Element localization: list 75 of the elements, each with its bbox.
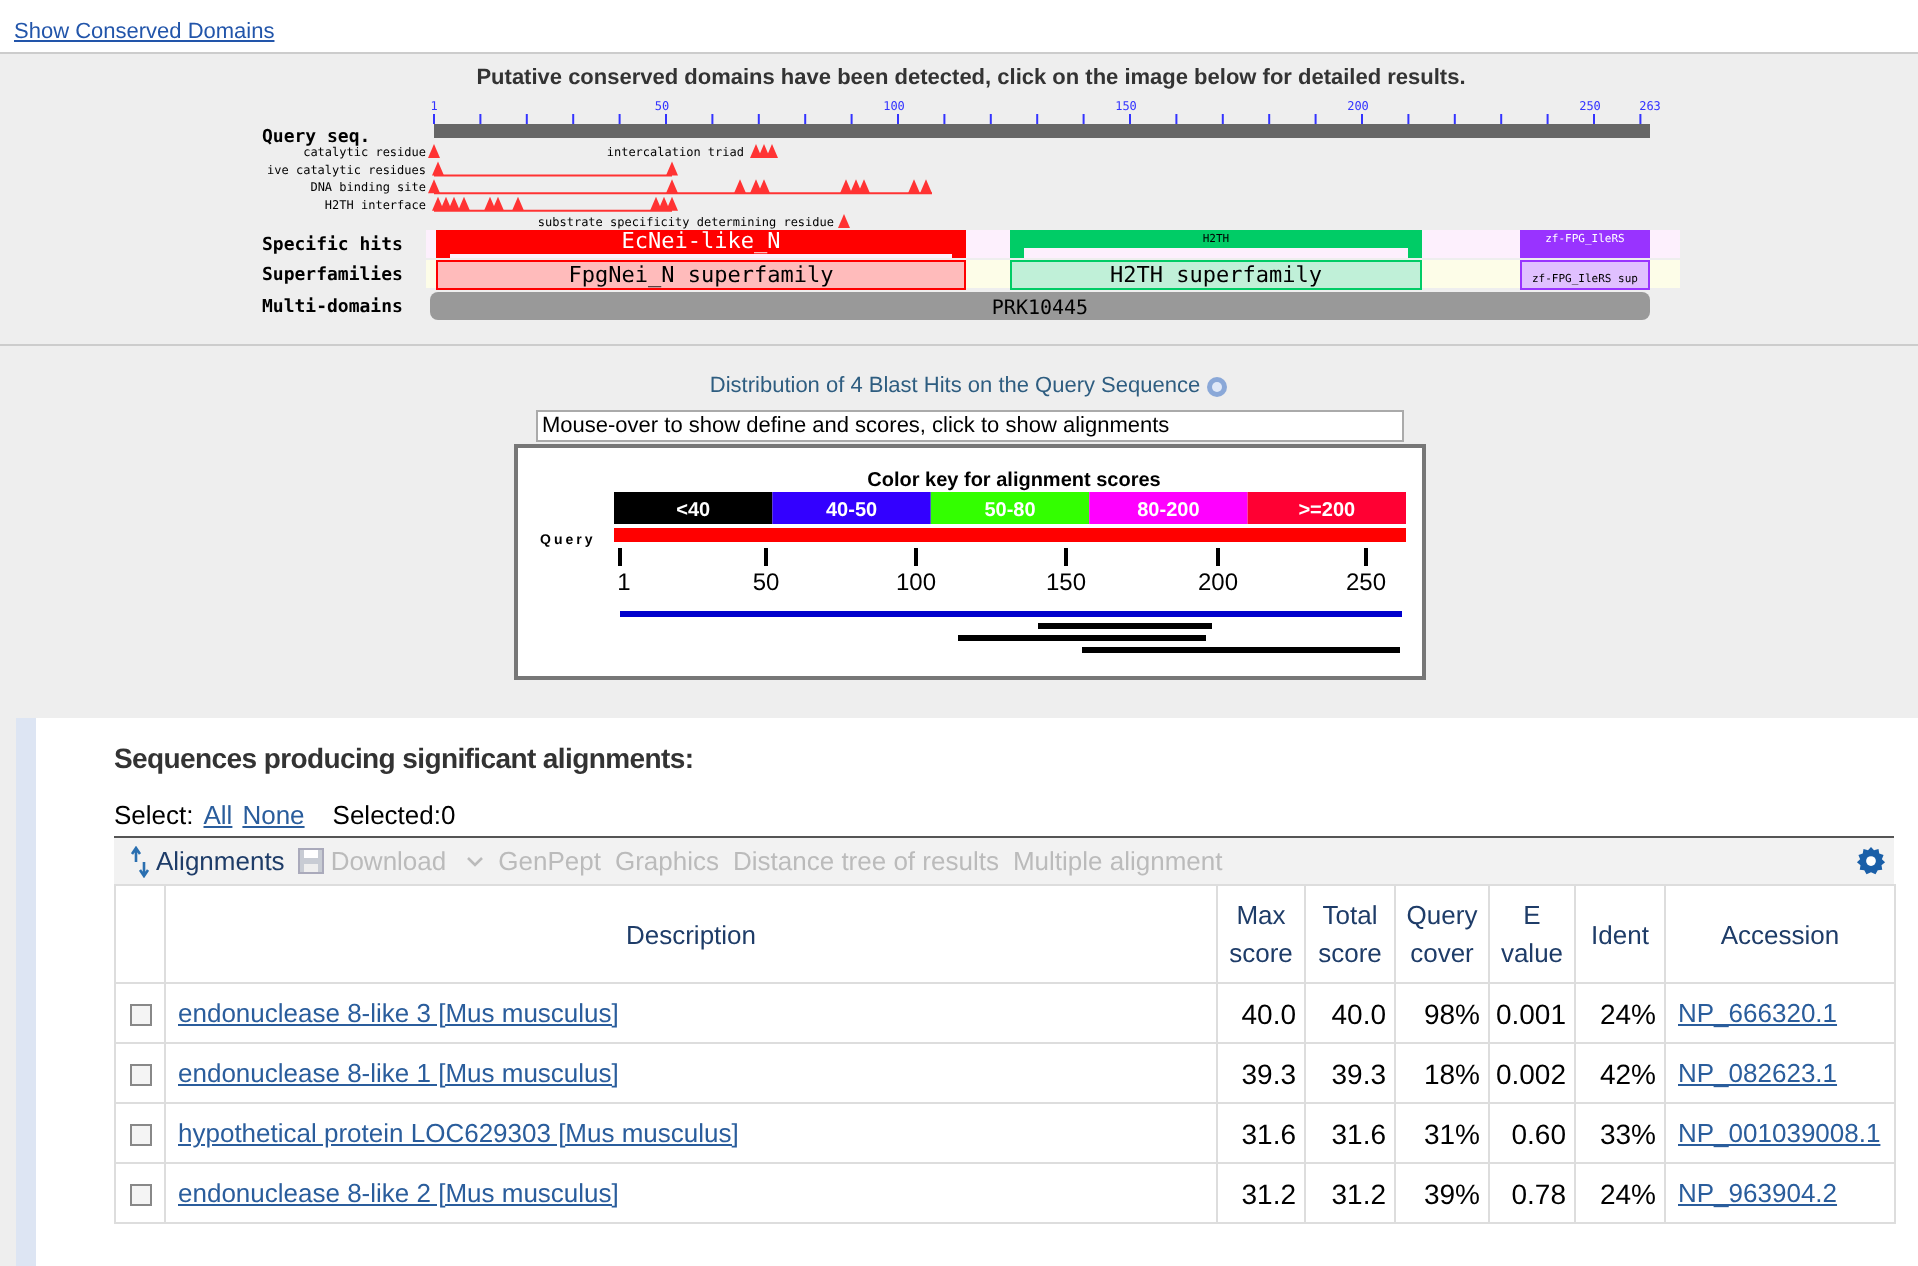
axis-tick: [914, 548, 918, 566]
alignments-button[interactable]: Alignments: [130, 845, 285, 877]
column-header[interactable]: Total score: [1305, 885, 1395, 983]
column-header[interactable]: Accession: [1665, 885, 1895, 983]
table-cell: 39.3: [1331, 1057, 1386, 1089]
axis-tick: [1064, 548, 1068, 566]
axis-tick: [1364, 548, 1368, 566]
selected-count: Selected:0: [332, 800, 456, 830]
feature-marks[interactable]: [428, 144, 440, 158]
track-label: Specific hits: [262, 236, 403, 256]
axis-label: 50: [752, 568, 780, 596]
blast-distribution-title: Distribution of 4 Blast Hits on the Query Sequence: [709, 374, 1201, 398]
column-header[interactable]: E value: [1489, 885, 1575, 983]
results-title: Sequences producing significant alignments:: [114, 742, 696, 774]
feature-marks[interactable]: [750, 144, 778, 158]
table-cell: 98%: [1423, 997, 1480, 1029]
table-cell: 0.001: [1495, 997, 1566, 1029]
axis-label: 150: [1045, 568, 1087, 596]
track-label: Superfamilies: [262, 266, 403, 286]
table-cell: 31.6: [1331, 1117, 1386, 1149]
color-key-swatch: 80-200: [1089, 492, 1248, 524]
column-header[interactable]: Query cover: [1395, 885, 1489, 983]
axis-tick: [764, 548, 768, 566]
select-label: Select:: [114, 800, 194, 830]
track-label: Multi-domains: [262, 298, 403, 318]
domain-bar[interactable]: FpgNei_N superfamily: [436, 260, 966, 290]
conserved-domains-title: Putative conserved domains have been detected, click on the image below for detailed results.: [476, 66, 1466, 90]
table-cell: 31.2: [1241, 1177, 1296, 1209]
table-cell: 39%: [1423, 1177, 1480, 1209]
table-cell: 0.60: [1511, 1117, 1566, 1149]
color-key-title: Color key for alignment scores: [867, 470, 1161, 492]
axis-label: 100: [895, 568, 937, 596]
axis-tick: [1216, 548, 1220, 566]
axis-tick: [618, 548, 622, 566]
row-checkbox[interactable]: [129, 1124, 151, 1147]
column-header[interactable]: Description: [165, 885, 1217, 983]
table-cell: 24%: [1599, 997, 1656, 1029]
table-cell: 24%: [1599, 1177, 1656, 1209]
row-checkbox[interactable]: [129, 1064, 151, 1087]
settings-icon[interactable]: [1856, 846, 1886, 876]
select-all-link[interactable]: All: [203, 800, 233, 830]
table-cell: 0.002: [1495, 1057, 1566, 1089]
table-cell: 18%: [1423, 1057, 1480, 1089]
feature-marks[interactable]: [432, 196, 678, 211]
column-header[interactable]: Ident: [1575, 885, 1665, 983]
table-cell: 42%: [1599, 1057, 1656, 1089]
color-key-swatch: >=200: [1247, 492, 1406, 524]
table-cell: 0.78: [1511, 1177, 1566, 1209]
table-cell: 40.0: [1331, 997, 1386, 1029]
axis-label: 1: [617, 568, 631, 596]
sort-icon: [130, 845, 150, 877]
column-header[interactable]: Max score: [1217, 885, 1305, 983]
table-cell: 33%: [1599, 1117, 1656, 1149]
row-checkbox[interactable]: [129, 1004, 151, 1027]
color-key-swatch: <40: [614, 492, 773, 524]
caret-icon: [466, 855, 485, 867]
show-conserved-domains-link[interactable]: Show Conserved Domains: [14, 20, 275, 44]
axis-label: 200: [1197, 568, 1239, 596]
select-none-link[interactable]: None: [242, 800, 305, 830]
query-seq-label: Query seq.: [262, 128, 371, 148]
color-key-swatch: 50-80: [930, 492, 1090, 524]
table-cell: 31%: [1423, 1117, 1480, 1149]
hint-field: Mouse-over to show define and scores, click to show alignments: [536, 410, 1404, 442]
domain-bar[interactable]: H2TH superfamily: [1010, 260, 1422, 290]
table-cell: 40.0: [1241, 997, 1296, 1029]
help-icon[interactable]: [1206, 375, 1229, 397]
table-cell: 31.2: [1331, 1177, 1386, 1209]
feature-marks[interactable]: [838, 214, 850, 228]
domain-bar[interactable]: EcNei-like_N: [436, 228, 966, 258]
row-checkbox[interactable]: [129, 1184, 151, 1207]
table-cell: 31.6: [1241, 1117, 1296, 1149]
color-key-swatch: 40-50: [772, 492, 931, 524]
table-cell: 39.3: [1241, 1057, 1296, 1089]
axis-label: 250: [1345, 568, 1387, 596]
domain-bar[interactable]: PRK10445: [430, 292, 1650, 320]
